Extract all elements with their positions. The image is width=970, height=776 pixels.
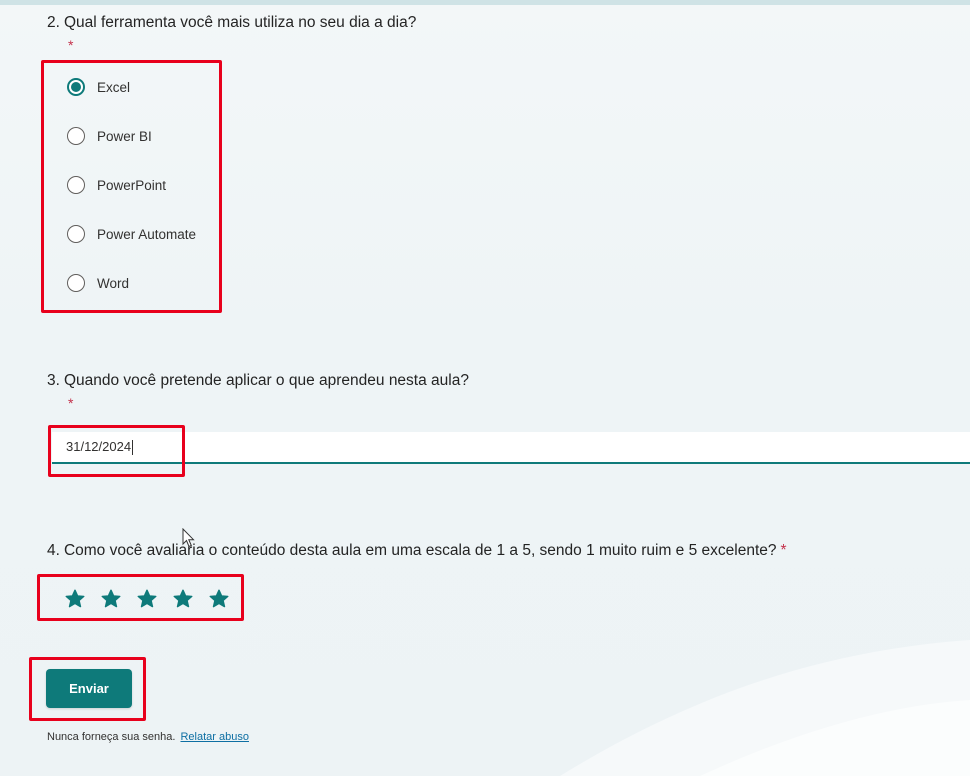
radio-option-power-bi[interactable]: Power BI: [67, 125, 152, 147]
radio-option-excel[interactable]: Excel: [67, 76, 130, 98]
radio-circle-excel[interactable]: [67, 78, 85, 96]
radio-label-powerpoint: PowerPoint: [97, 177, 167, 193]
radio-label-power-automate: Power Automate: [97, 226, 197, 242]
question-2-required-mark: *: [68, 37, 74, 53]
question-2-text: Qual ferramenta você mais utiliza no seu…: [63, 14, 417, 31]
radio-circle-power-automate[interactable]: [67, 225, 85, 243]
question-3-number: 3.: [47, 372, 60, 389]
question-2-number: 2.: [47, 14, 60, 31]
highlight-box-question-4: [37, 574, 244, 621]
date-input-field[interactable]: 31/12/2024: [52, 432, 970, 464]
radio-circle-power-bi[interactable]: [67, 127, 85, 145]
top-strip: [0, 0, 970, 5]
mouse-cursor-icon: [182, 528, 195, 548]
question-2-title: 2. Qual ferramenta você mais utiliza no s…: [47, 14, 416, 32]
question-3-title: 3. Quando você pretende aplicar o que apr…: [47, 372, 469, 390]
radio-option-word[interactable]: Word: [67, 272, 129, 294]
radio-circle-powerpoint[interactable]: [67, 176, 85, 194]
radio-label-excel: Excel: [97, 79, 131, 95]
highlight-box-question-3: [48, 425, 185, 477]
report-abuse-link[interactable]: Relatar abuso: [180, 731, 249, 743]
radio-option-powerpoint[interactable]: PowerPoint: [67, 174, 166, 196]
question-4-title: 4. Como você avaliaria o conteúdo desta a…: [47, 542, 787, 560]
radio-label-power-bi: Power BI: [97, 128, 152, 144]
question-3-required-mark: *: [68, 395, 74, 411]
footer-notice: Nunca forneça sua senha.: [47, 731, 176, 743]
question-3-text: Quando você pretende aplicar o que apren…: [63, 372, 469, 389]
footer: Nunca forneça sua senha. Relatar abuso: [47, 731, 249, 743]
question-4-text: Como você avaliaria o conteúdo desta aul…: [63, 542, 777, 559]
radio-option-power-automate[interactable]: Power Automate: [67, 223, 196, 245]
question-4-number: 4.: [47, 542, 60, 559]
highlight-box-submit: [29, 657, 146, 721]
radio-circle-word[interactable]: [67, 274, 85, 292]
question-4-required-mark: *: [780, 542, 787, 559]
radio-label-word: Word: [97, 275, 130, 291]
